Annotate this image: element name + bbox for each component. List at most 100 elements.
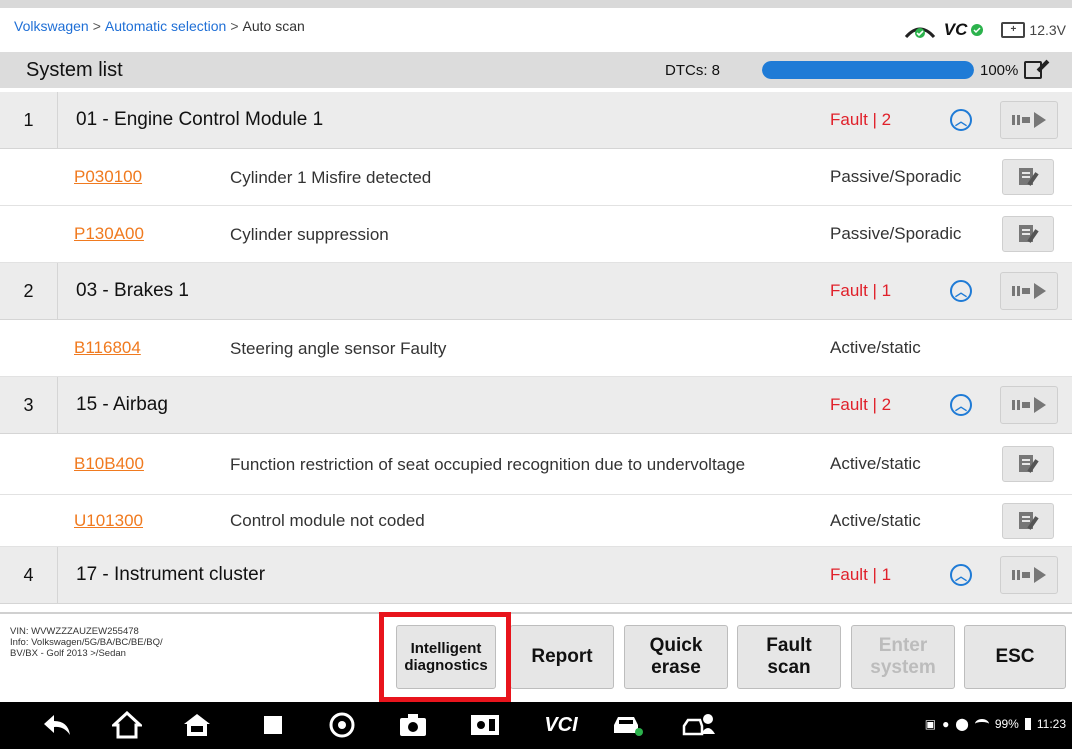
vci-connection-icon bbox=[904, 27, 935, 39]
system-row-airbag[interactable]: 3 15 - Airbag Fault | 2 ︿ bbox=[0, 377, 1072, 434]
progress-percent: 100% bbox=[980, 61, 1019, 79]
enter-system-button[interactable]: Enter system bbox=[851, 625, 955, 689]
dtc-count: DTCs: 8 bbox=[665, 62, 721, 79]
system-list-header: System list DTCs: 8 100% bbox=[0, 52, 1072, 88]
system-row-instrument-cluster[interactable]: 4 17 - Instrument cluster Fault | 1 ︿ bbox=[0, 547, 1072, 604]
system-row-engine[interactable]: 1 01 - Engine Control Module 1 Fault | 2… bbox=[0, 92, 1072, 149]
arrow-right-icon bbox=[1012, 567, 1046, 583]
notes-pen-icon bbox=[1019, 168, 1039, 186]
system-name: 03 - Brakes 1 bbox=[76, 280, 189, 301]
fault-status: Fault | 1 bbox=[830, 281, 892, 300]
chevron-up-icon[interactable]: ︿ bbox=[950, 280, 972, 302]
vehicle-user-icon[interactable] bbox=[682, 710, 716, 740]
system-name: 17 - Instrument cluster bbox=[76, 564, 266, 585]
dtc-description: Cylinder 1 Misfire detected bbox=[230, 167, 432, 187]
dtc-code-link[interactable]: P130A00 bbox=[74, 224, 144, 244]
notes-pen-icon bbox=[1019, 225, 1039, 243]
dtc-help-button[interactable] bbox=[1002, 502, 1054, 539]
fault-status: Fault | 1 bbox=[830, 565, 892, 584]
dtc-help-button[interactable] bbox=[1002, 446, 1054, 482]
bluetooth-icon: ⬤ bbox=[955, 717, 969, 731]
screen-brightness-icon[interactable] bbox=[468, 710, 502, 740]
fault-status: Fault | 2 bbox=[830, 395, 892, 414]
voltage-value: 12.3V bbox=[1029, 22, 1066, 38]
vin-text: VIN: WVWZZZAUZEW255478 bbox=[10, 626, 139, 637]
fault-status: Fault | 2 bbox=[830, 110, 892, 129]
wifi-icon bbox=[974, 719, 989, 729]
arrow-right-icon bbox=[1012, 397, 1046, 413]
highlight-box bbox=[379, 612, 511, 702]
vehicle-info: VIN: WVWZZZAUZEW255478 Info: Volkswagen/… bbox=[10, 626, 270, 659]
car-battery-icon: + bbox=[1001, 22, 1026, 38]
home-icon[interactable] bbox=[110, 710, 144, 740]
vehicle-check-icon[interactable] bbox=[610, 710, 644, 740]
button-label: ESC bbox=[995, 646, 1035, 667]
breadcrumb: Volkswagen > Automatic selection > Auto … bbox=[0, 18, 305, 34]
dtc-code-link[interactable]: B116804 bbox=[74, 338, 141, 358]
dtc-row: P030100 Cylinder 1 Misfire detected Pass… bbox=[0, 149, 1072, 206]
dtc-code-link[interactable]: B10B400 bbox=[74, 454, 144, 474]
enter-system-arrow-button[interactable] bbox=[1000, 556, 1058, 594]
dtc-row: B10B400 Function restriction of seat occ… bbox=[0, 434, 1072, 495]
connection-status: VC + 12.3V bbox=[904, 16, 1066, 44]
system-row-brakes[interactable]: 2 03 - Brakes 1 Fault | 1 ︿ bbox=[0, 263, 1072, 320]
button-label: erase bbox=[651, 657, 701, 678]
camera-icon[interactable] bbox=[396, 710, 430, 740]
button-label: system bbox=[870, 657, 936, 678]
system-list: 1 01 - Engine Control Module 1 Fault | 2… bbox=[0, 92, 1072, 604]
edit-icon[interactable] bbox=[1024, 61, 1043, 79]
browser-icon[interactable] bbox=[325, 710, 359, 740]
back-icon[interactable] bbox=[40, 710, 74, 740]
vehicle-info-line: BV/BX - Golf 2013 >/Sedan bbox=[10, 648, 126, 659]
scan-progress-label: 100% bbox=[980, 61, 1043, 79]
button-label: scan bbox=[767, 657, 811, 678]
dtc-description: Cylinder suppression bbox=[230, 224, 389, 244]
dtc-state: Active/static bbox=[830, 510, 921, 530]
scan-progress-fill bbox=[762, 61, 974, 79]
notes-pen-icon bbox=[1019, 511, 1039, 530]
dtc-state: Passive/Sporadic bbox=[830, 224, 962, 243]
chevron-up-icon[interactable]: ︿ bbox=[950, 109, 972, 131]
chevron-up-icon[interactable]: ︿ bbox=[950, 394, 972, 416]
button-label: Quick bbox=[649, 635, 703, 656]
enter-system-arrow-button[interactable] bbox=[1000, 272, 1058, 310]
button-label: Report bbox=[531, 646, 593, 667]
dtc-row: B116804 Steering angle sensor Faulty Act… bbox=[0, 320, 1072, 377]
system-number: 3 bbox=[0, 377, 58, 433]
footer-toolbar: VIN: WVWZZZAUZEW255478 Info: Volkswagen/… bbox=[0, 612, 1072, 698]
breadcrumb-item-automatic-selection[interactable]: Automatic selection bbox=[105, 18, 226, 34]
dtc-state: Active/static bbox=[830, 454, 921, 473]
app-home-icon[interactable] bbox=[180, 710, 214, 740]
system-name: 01 - Engine Control Module 1 bbox=[76, 109, 324, 130]
quick-erase-button[interactable]: Quick erase bbox=[624, 625, 728, 689]
esc-button[interactable]: ESC bbox=[964, 625, 1066, 689]
location-icon: ● bbox=[942, 717, 950, 731]
enter-system-arrow-button[interactable] bbox=[1000, 386, 1058, 424]
enter-system-arrow-button[interactable] bbox=[1000, 101, 1058, 139]
dtc-help-button[interactable] bbox=[1002, 216, 1054, 252]
android-nav-bar: VCI ▣ ● ⬤ 99% 11:23 bbox=[0, 702, 1072, 749]
system-number: 1 bbox=[0, 92, 58, 148]
breadcrumb-item-volkswagen[interactable]: Volkswagen bbox=[14, 18, 89, 34]
vci-label: VC bbox=[944, 20, 984, 40]
dtc-description: Steering angle sensor Faulty bbox=[230, 338, 447, 358]
dtc-help-button[interactable] bbox=[1002, 159, 1054, 195]
page-title: System list bbox=[26, 58, 123, 81]
fault-scan-button[interactable]: Fault scan bbox=[737, 625, 841, 689]
system-number: 4 bbox=[0, 547, 58, 603]
vehicle-info-line: Info: Volkswagen/5G/BA/BC/BE/BQ/ bbox=[10, 637, 163, 648]
chevron-up-icon[interactable]: ︿ bbox=[950, 564, 972, 586]
dtc-code-link[interactable]: U101300 bbox=[74, 511, 143, 531]
breadcrumb-separator: > bbox=[230, 18, 239, 34]
top-bar: Volkswagen > Automatic selection > Auto … bbox=[0, 0, 1072, 44]
system-name: 15 - Airbag bbox=[76, 394, 168, 415]
recent-apps-icon[interactable] bbox=[256, 710, 290, 740]
dtc-state: Passive/Sporadic bbox=[830, 167, 962, 186]
arrow-right-icon bbox=[1012, 112, 1046, 128]
vci-manager-icon[interactable]: VCI bbox=[538, 710, 584, 740]
dtc-code-link[interactable]: P030100 bbox=[74, 167, 142, 187]
report-button[interactable]: Report bbox=[510, 625, 614, 689]
vci-label: VCI bbox=[544, 713, 578, 736]
dtc-description: Control module not coded bbox=[230, 511, 425, 530]
battery-percent: 99% bbox=[994, 717, 1019, 731]
